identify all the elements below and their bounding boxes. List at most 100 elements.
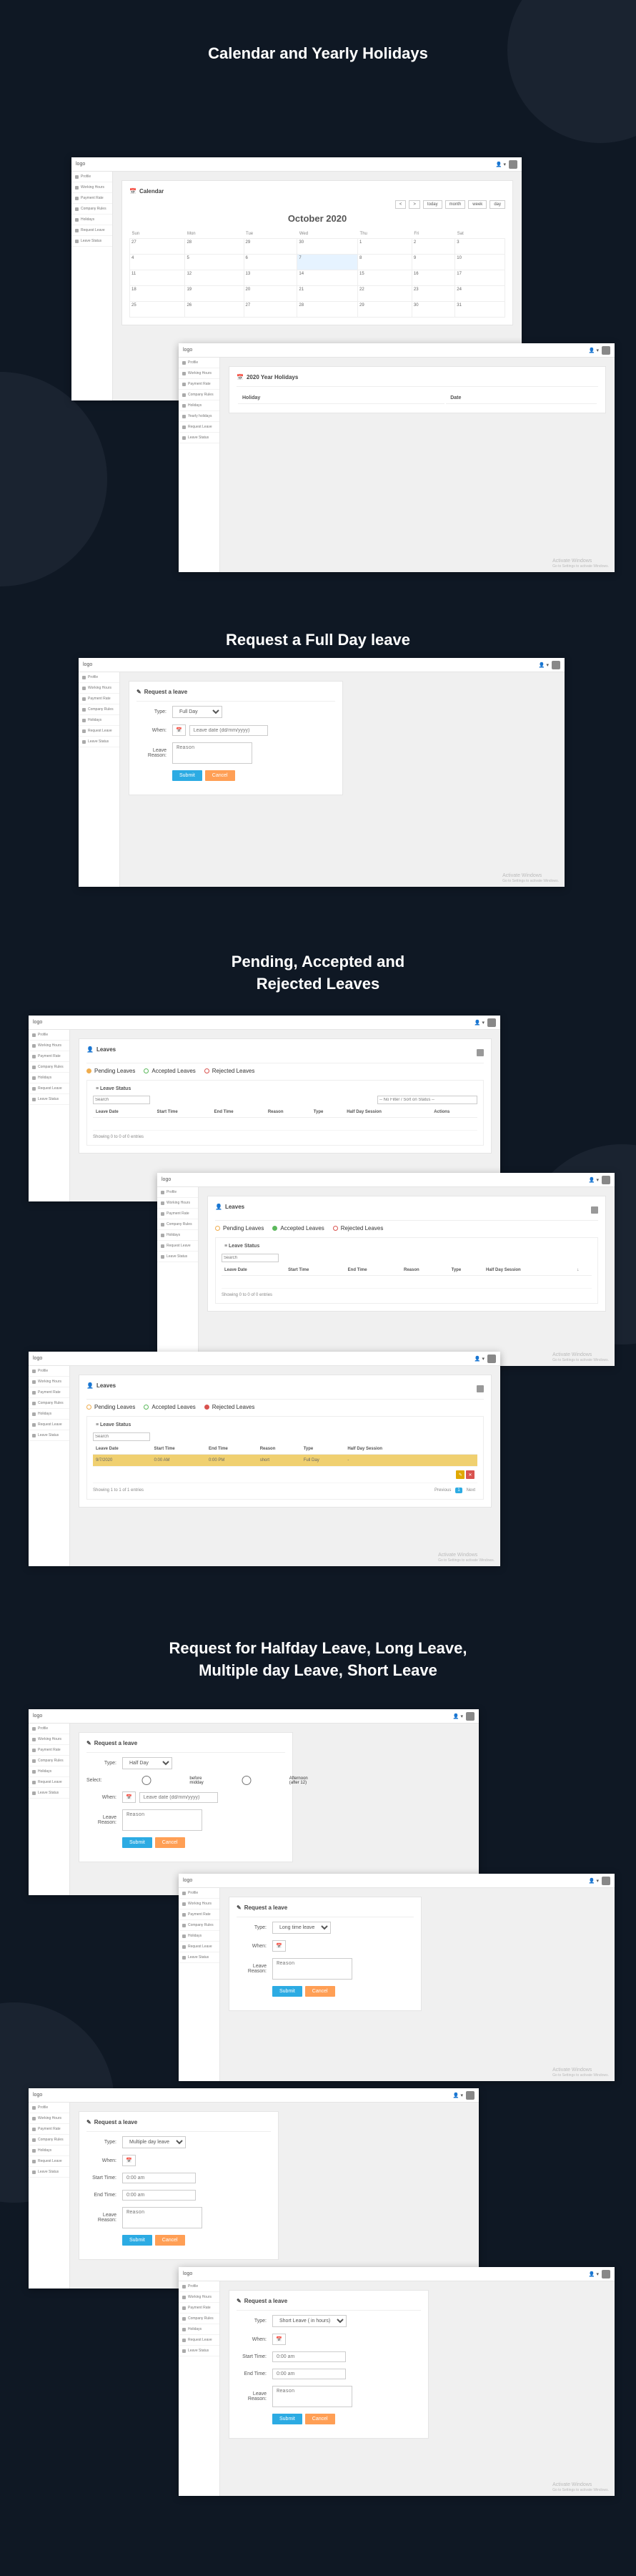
- sidebar-item-rules[interactable]: Company Rules: [29, 1062, 69, 1073]
- sidebar-item-request[interactable]: Request Leave: [29, 1420, 69, 1430]
- sidebar-item-rules[interactable]: Company Rules: [29, 1756, 69, 1766]
- sidebar-item-rules[interactable]: Company Rules: [179, 2314, 219, 2324]
- sidebar-item-hours[interactable]: Working Hours: [179, 2292, 219, 2303]
- sidebar-item-request[interactable]: Request Leave: [179, 422, 219, 433]
- sidebar-item-request[interactable]: Request Leave: [179, 2335, 219, 2346]
- nav-day-button[interactable]: day: [490, 200, 505, 209]
- sidebar-item-profile[interactable]: Profile: [29, 1030, 69, 1041]
- nav-week-button[interactable]: week: [468, 200, 487, 209]
- sidebar-item-status[interactable]: Leave Status: [29, 2167, 69, 2178]
- reason-input[interactable]: [122, 1809, 202, 1831]
- user-menu[interactable]: 👤 ▾: [539, 661, 560, 669]
- sidebar-item-profile[interactable]: Profile: [29, 2103, 69, 2113]
- user-menu[interactable]: 👤 ▾: [589, 346, 610, 355]
- sidebar-item-request[interactable]: Request Leave: [79, 726, 119, 737]
- sidebar-item-payment[interactable]: Payment Rate: [29, 1745, 69, 1756]
- sidebar-item-profile[interactable]: Profile: [157, 1187, 198, 1198]
- sidebar-item-payment[interactable]: Payment Rate: [29, 1387, 69, 1398]
- pager[interactable]: Previous1Next: [432, 1488, 477, 1493]
- type-select[interactable]: Full Day: [172, 706, 222, 718]
- tab-rejected[interactable]: Rejected Leaves: [204, 1404, 255, 1410]
- sidebar-item-status[interactable]: Leave Status: [29, 1430, 69, 1441]
- date-input[interactable]: [139, 1792, 218, 1803]
- delete-button[interactable]: ✕: [466, 1470, 474, 1479]
- table-row[interactable]: 9/7/20200:00 AM0:00 PMshortFull Day-: [93, 1455, 477, 1467]
- submit-button[interactable]: Submit: [122, 1837, 152, 1848]
- start-time-input[interactable]: [122, 2173, 196, 2183]
- type-select[interactable]: Short Leave ( in hours): [272, 2315, 347, 2327]
- sidebar-item-profile[interactable]: Profile: [29, 1366, 69, 1377]
- calendar-grid[interactable]: SunMonTueWedThuFriSat 272829301234567891…: [129, 230, 505, 318]
- tab-pending[interactable]: Pending Leaves: [86, 1068, 135, 1074]
- sidebar-item-hours[interactable]: Working Hours: [79, 683, 119, 694]
- sidebar-item-hours[interactable]: Working Hours: [179, 368, 219, 379]
- type-select[interactable]: Multiple day leave: [122, 2136, 186, 2148]
- search-input[interactable]: [222, 1254, 279, 1262]
- submit-button[interactable]: Submit: [122, 2235, 152, 2246]
- nav-month-button[interactable]: month: [445, 200, 466, 209]
- sidebar-item-status[interactable]: Leave Status: [29, 1094, 69, 1105]
- sidebar-item-holidays[interactable]: Holidays: [29, 1073, 69, 1083]
- sidebar-item-status[interactable]: Leave Status: [157, 1252, 198, 1262]
- sidebar-item-holidays[interactable]: Holidays: [179, 1931, 219, 1942]
- submit-button[interactable]: Submit: [272, 1986, 302, 1997]
- sidebar-item-status[interactable]: Leave Status: [179, 1952, 219, 1963]
- search-input[interactable]: [93, 1096, 150, 1104]
- sidebar-item-request[interactable]: Request Leave: [29, 2156, 69, 2167]
- sidebar-item-rules[interactable]: Company Rules: [29, 1398, 69, 1409]
- reason-input[interactable]: [122, 2207, 202, 2228]
- sidebar-item-status[interactable]: Leave Status: [71, 236, 112, 247]
- reason-input[interactable]: [272, 2386, 352, 2407]
- filter-input[interactable]: [377, 1096, 477, 1104]
- sidebar-item-rules[interactable]: Company Rules: [179, 1920, 219, 1931]
- sidebar-item-rules[interactable]: Company Rules: [29, 2135, 69, 2145]
- nav-next-button[interactable]: >: [409, 200, 420, 209]
- sidebar-item-hours[interactable]: Working Hours: [29, 1041, 69, 1051]
- cancel-button[interactable]: Cancel: [205, 770, 235, 781]
- sidebar-item-payment[interactable]: Payment Rate: [71, 193, 112, 204]
- sidebar-item-rules[interactable]: Company Rules: [179, 390, 219, 400]
- tab-accepted[interactable]: Accepted Leaves: [272, 1225, 324, 1232]
- sidebar-item-profile[interactable]: Profile: [71, 172, 112, 182]
- tab-rejected[interactable]: Rejected Leaves: [204, 1068, 255, 1074]
- sidebar-item-status[interactable]: Leave Status: [179, 2346, 219, 2356]
- sidebar-item-payment[interactable]: Payment Rate: [179, 1909, 219, 1920]
- sidebar-item-hours[interactable]: Working Hours: [29, 1734, 69, 1745]
- sidebar-item-rules[interactable]: Company Rules: [157, 1219, 198, 1230]
- user-menu[interactable]: 👤 ▾: [496, 160, 517, 169]
- start-time-input[interactable]: [272, 2351, 346, 2362]
- sidebar-item-payment[interactable]: Payment Rate: [179, 2303, 219, 2314]
- settings-icon[interactable]: [477, 1049, 484, 1056]
- settings-icon[interactable]: [591, 1206, 598, 1214]
- cancel-button[interactable]: Cancel: [155, 1837, 185, 1848]
- nav-prev-button[interactable]: <: [395, 200, 407, 209]
- radio-before[interactable]: [107, 1776, 186, 1785]
- sidebar-item-payment[interactable]: Payment Rate: [179, 379, 219, 390]
- sidebar-item-payment[interactable]: Payment Rate: [79, 694, 119, 704]
- sidebar-item-profile[interactable]: Profile: [179, 1888, 219, 1899]
- cancel-button[interactable]: Cancel: [305, 1986, 335, 1997]
- edit-button[interactable]: ✎: [456, 1470, 464, 1479]
- sidebar-item-holidays[interactable]: Holidays: [179, 2324, 219, 2335]
- sidebar-item-profile[interactable]: Profile: [179, 2281, 219, 2292]
- reason-input[interactable]: [172, 742, 252, 764]
- sidebar-item-holidays[interactable]: Holidays: [157, 1230, 198, 1241]
- sidebar-item-yearly[interactable]: Yearly holidays: [179, 411, 219, 422]
- sidebar-item-holidays[interactable]: Holidays: [29, 1409, 69, 1420]
- sidebar-item-holidays[interactable]: Holidays: [29, 1766, 69, 1777]
- cancel-button[interactable]: Cancel: [155, 2235, 185, 2246]
- sidebar-item-hours[interactable]: Working Hours: [179, 1899, 219, 1909]
- sidebar-item-hours[interactable]: Working Hours: [29, 2113, 69, 2124]
- sidebar-item-hours[interactable]: Working Hours: [71, 182, 112, 193]
- date-input[interactable]: [189, 725, 268, 736]
- tab-accepted[interactable]: Accepted Leaves: [144, 1068, 195, 1074]
- type-select[interactable]: Long time leave: [272, 1922, 331, 1934]
- submit-button[interactable]: Submit: [172, 770, 202, 781]
- sidebar-item-profile[interactable]: Profile: [179, 358, 219, 368]
- sidebar-item-hours[interactable]: Working Hours: [29, 1377, 69, 1387]
- sidebar-item-request[interactable]: Request Leave: [71, 225, 112, 236]
- sidebar-item-profile[interactable]: Profile: [29, 1724, 69, 1734]
- tab-pending[interactable]: Pending Leaves: [215, 1225, 264, 1232]
- submit-button[interactable]: Submit: [272, 2414, 302, 2424]
- tab-rejected[interactable]: Rejected Leaves: [333, 1225, 384, 1232]
